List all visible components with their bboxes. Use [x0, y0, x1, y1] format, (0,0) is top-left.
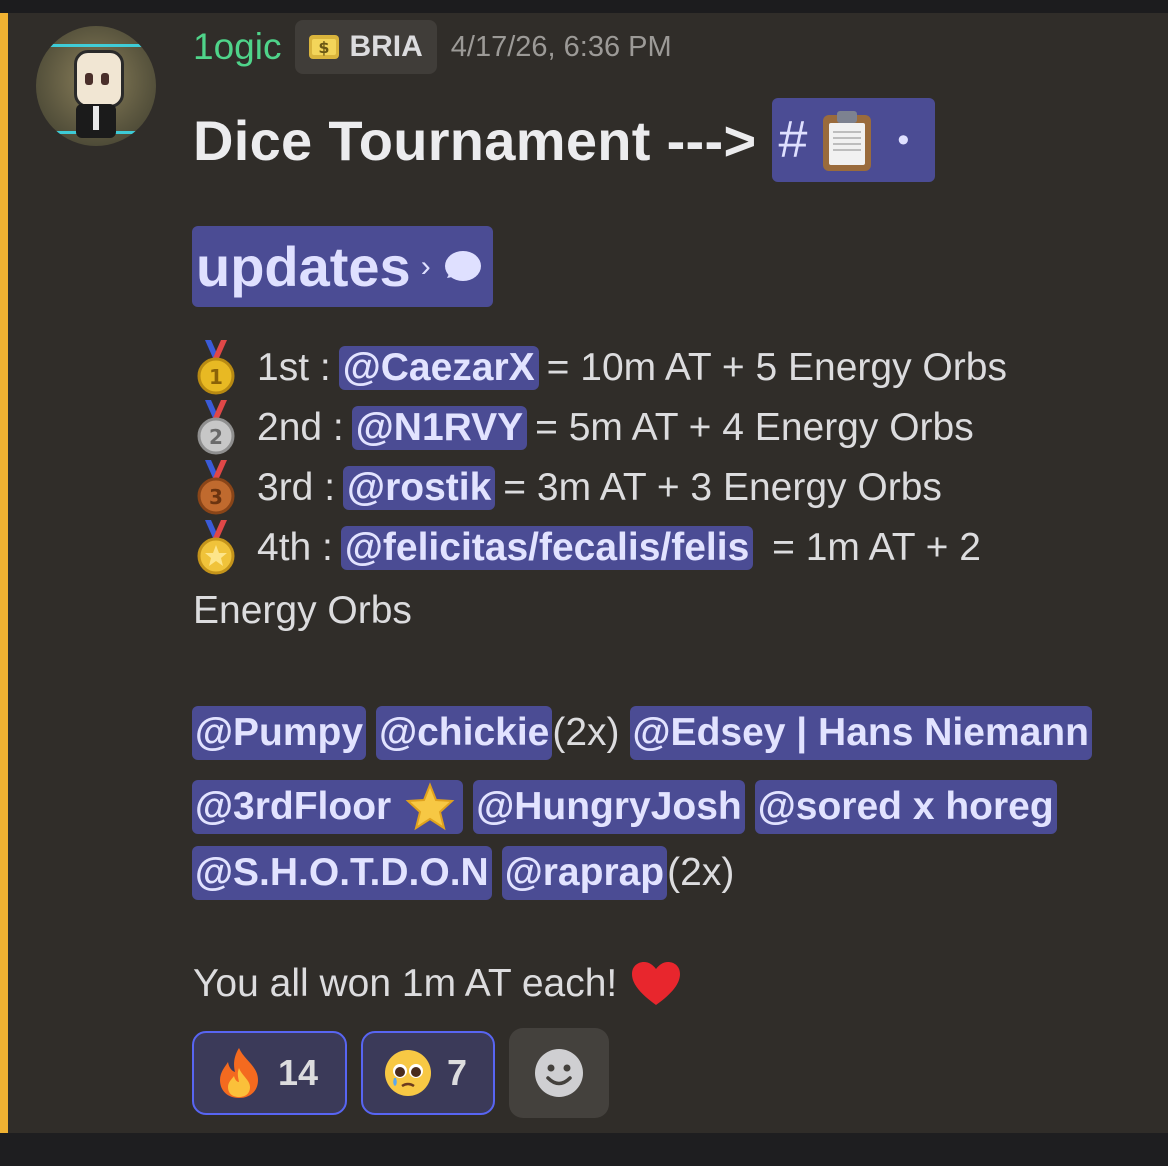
- placement-label: 1st :: [257, 346, 331, 389]
- user-mention[interactable]: @felicitas/fecalis/felis: [340, 526, 754, 570]
- message-timestamp[interactable]: 4/17/26, 6:36 PM: [451, 31, 672, 64]
- user-mention[interactable]: @chickie: [376, 706, 553, 760]
- gold-medal-icon: 1: [197, 340, 235, 395]
- money-tag-icon: $: [309, 35, 340, 59]
- message-title: Dice Tournament --->: [193, 108, 757, 172]
- red-heart-icon: [632, 962, 681, 1005]
- channel-link-continued[interactable]: updates ›: [192, 226, 493, 307]
- mentions-list: @Pumpy @chickie (2x) @Edsey | Hans Niema…: [192, 700, 1122, 906]
- pleading-face-icon: [385, 1050, 431, 1096]
- svg-text:3: 3: [209, 485, 223, 509]
- user-mention[interactable]: @Pumpy: [192, 706, 367, 760]
- clipboard-icon: [819, 109, 875, 171]
- channel-name: updates: [196, 235, 411, 298]
- avatar-eye: [101, 73, 109, 85]
- message-header: 1ogic $ BRIA 4/17/26, 6:36 PM: [193, 20, 672, 74]
- channel-hash: #: [778, 111, 808, 169]
- placement-prize: = 3m AT + 3 Energy Orbs: [503, 466, 942, 509]
- chevron-right-icon: ›: [420, 249, 431, 283]
- mention-multiplier: (2x): [552, 711, 620, 754]
- user-mention[interactable]: @CaezarX: [338, 346, 539, 390]
- role-tag-label: BRIA: [349, 30, 423, 63]
- mention-multiplier: (2x): [667, 851, 735, 894]
- top-bar: [0, 0, 1168, 13]
- user-mention[interactable]: @N1RVY: [351, 406, 528, 450]
- svg-text:2: 2: [209, 425, 223, 449]
- smiley-add-icon: [535, 1049, 583, 1097]
- bronze-medal-icon: 3: [197, 460, 235, 515]
- placements-list: 1 1st : @CaezarX = 10m AT + 5 Energy Orb…: [193, 338, 1153, 578]
- svg-text:$: $: [319, 38, 330, 57]
- reaction-fire[interactable]: 14: [192, 1031, 347, 1115]
- reactions-bar: 14 7: [192, 1028, 609, 1118]
- placement-prize: = 5m AT + 4 Energy Orbs: [535, 406, 974, 449]
- star-icon: [405, 782, 455, 831]
- chat-bubble-icon: [444, 250, 481, 281]
- sports-medal-icon: [197, 520, 235, 575]
- placement-wrap-text: Energy Orbs: [193, 589, 412, 632]
- placement-label: 3rd :: [257, 466, 336, 509]
- avatar-tie: [93, 106, 99, 130]
- channel-separator: •: [897, 120, 910, 159]
- closing-text: You all won 1m AT each!: [193, 962, 618, 1005]
- placement-row: 4th : @felicitas/fecalis/felis = 1m AT +…: [193, 518, 1153, 578]
- user-mention[interactable]: @raprap: [501, 846, 668, 900]
- highlight-accent-bar: [0, 13, 8, 1133]
- avatar-eye: [85, 73, 93, 85]
- reaction-count: 14: [278, 1052, 319, 1093]
- placement-prize: = 1m AT + 2: [761, 526, 981, 569]
- bottom-bar: [0, 1133, 1168, 1166]
- user-mention[interactable]: @rostik: [343, 466, 496, 510]
- placement-row: 1 1st : @CaezarX = 10m AT + 5 Energy Orb…: [193, 338, 1153, 398]
- user-avatar[interactable]: [36, 26, 156, 146]
- user-mention-label: @3rdFloor: [195, 785, 392, 828]
- reaction-count: 7: [447, 1052, 468, 1093]
- fire-icon: [220, 1048, 258, 1098]
- silver-medal-icon: 2: [197, 400, 235, 455]
- reaction-pleading-face[interactable]: 7: [361, 1031, 495, 1115]
- mentions-row: @S.H.O.T.D.O.N @raprap (2x): [192, 840, 1122, 906]
- author-username[interactable]: 1ogic: [193, 22, 281, 72]
- closing-line: You all won 1m AT each!: [193, 954, 683, 1014]
- mentions-row: @3rdFloor @HungryJosh @sored x horeg: [192, 774, 1122, 840]
- user-mention[interactable]: @Edsey | Hans Niemann: [629, 706, 1092, 760]
- placement-row: 3 3rd : @rostik = 3m AT + 3 Energy Orbs: [193, 458, 1153, 518]
- svg-text:1: 1: [209, 365, 223, 389]
- title-line: Dice Tournament ---> # •: [193, 92, 936, 188]
- add-reaction-button[interactable]: [509, 1028, 609, 1118]
- user-mention[interactable]: @sored x horeg: [754, 780, 1057, 834]
- role-tag[interactable]: $ BRIA: [295, 20, 437, 74]
- placement-prize: = 10m AT + 5 Energy Orbs: [546, 346, 1007, 389]
- user-mention[interactable]: @HungryJosh: [473, 780, 745, 834]
- placement-row: 2 2nd : @N1RVY = 5m AT + 4 Energy Orbs: [193, 398, 1153, 458]
- mentions-row: @Pumpy @chickie (2x) @Edsey | Hans Niema…: [192, 700, 1122, 766]
- user-mention[interactable]: @S.H.O.T.D.O.N: [192, 846, 492, 900]
- user-mention[interactable]: @3rdFloor: [192, 780, 464, 834]
- placement-label: 2nd :: [257, 406, 344, 449]
- placement-label: 4th :: [257, 526, 333, 569]
- channel-link[interactable]: # •: [772, 98, 936, 182]
- avatar-face: [74, 50, 124, 108]
